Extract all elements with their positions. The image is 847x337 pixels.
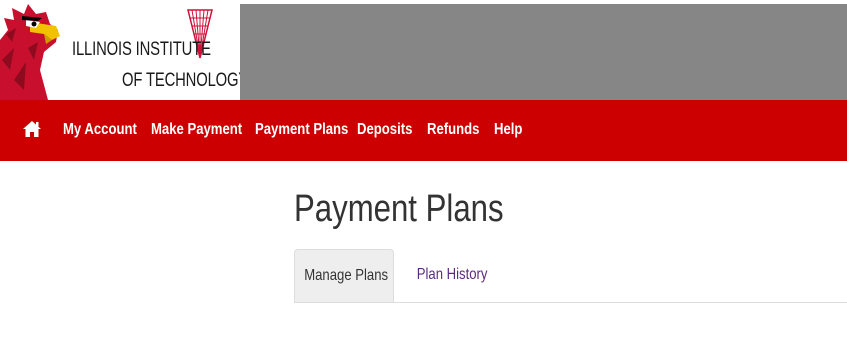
nav-item-help[interactable]: Help — [494, 121, 522, 139]
logo-text-line1: ILLINOIS INSTITUTE — [72, 39, 211, 60]
header-banner — [240, 4, 847, 100]
home-icon[interactable] — [22, 119, 42, 139]
tab-bar: Manage Plans Plan History — [294, 249, 847, 303]
page: ILLINOIS INSTITUTE OF TECHNOLOGY My Acco… — [0, 0, 847, 337]
nav-item-deposits[interactable]: Deposits — [357, 121, 412, 139]
logo-text-line2: OF TECHNOLOGY — [122, 70, 249, 91]
tab-label: Plan History — [416, 266, 488, 283]
nav-item-payment-plans[interactable]: Payment Plans — [255, 121, 348, 139]
nav-item-make-payment[interactable]: Make Payment — [151, 121, 242, 139]
page-title: Payment Plans — [294, 188, 504, 230]
tab-manage-plans[interactable]: Manage Plans — [294, 249, 394, 302]
tab-label: Manage Plans — [304, 267, 389, 284]
nav-item-refunds[interactable]: Refunds — [427, 121, 479, 139]
scarlet-hawk-mascot-icon — [0, 4, 60, 100]
main-navigation: My Account Make Payment Payment Plans De… — [0, 100, 847, 161]
institution-logo[interactable]: ILLINOIS INSTITUTE OF TECHNOLOGY — [0, 0, 248, 100]
header: ILLINOIS INSTITUTE OF TECHNOLOGY — [0, 0, 847, 100]
tab-plan-history[interactable]: Plan History — [407, 249, 497, 301]
nav-item-my-account[interactable]: My Account — [63, 121, 137, 139]
